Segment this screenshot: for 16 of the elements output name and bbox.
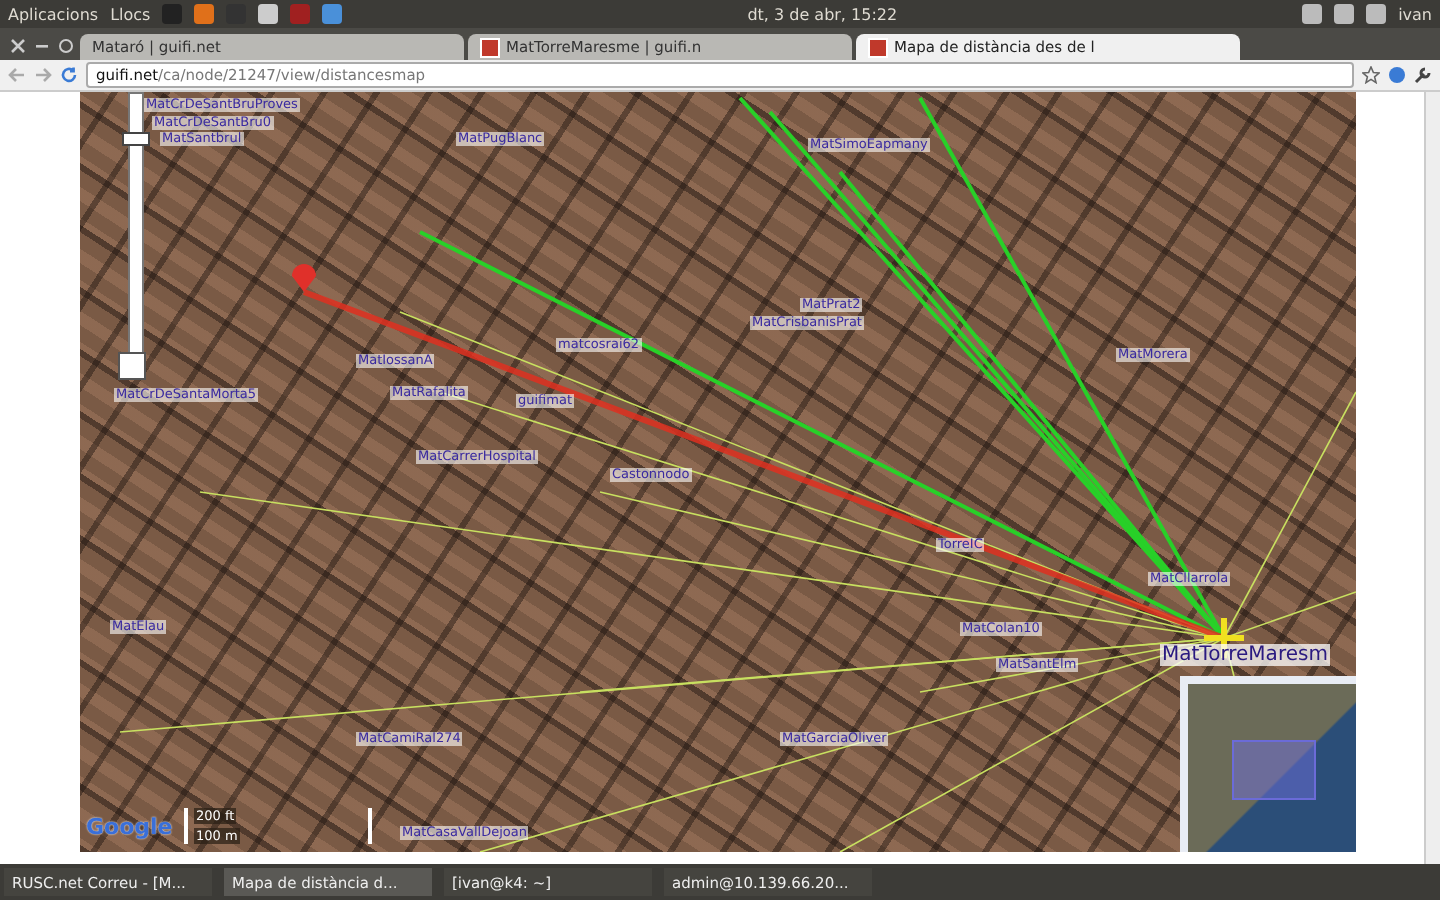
map-logo: Google [86,814,173,840]
zoom-slider[interactable] [128,92,144,356]
restore-icon[interactable] [58,38,74,54]
clock[interactable]: dt, 3 de abr, 15:22 [747,5,898,23]
panel-menu[interactable]: Llocs [110,5,151,23]
scrollbar[interactable] [1424,92,1440,864]
close-icon[interactable] [10,38,26,54]
reload-icon[interactable] [60,66,78,84]
wrench-icon[interactable] [1414,66,1432,84]
zoom-slider-thumb[interactable] [122,131,150,146]
globe-icon[interactable] [1388,66,1406,84]
panel-menu[interactable]: Aplicacions [8,5,99,23]
zoom-out-icon[interactable] [118,352,146,380]
node-label[interactable]: MatTorreMaresm [1160,644,1330,666]
star-icon[interactable] [1362,66,1380,84]
user-name[interactable]: ivan [1398,5,1432,23]
